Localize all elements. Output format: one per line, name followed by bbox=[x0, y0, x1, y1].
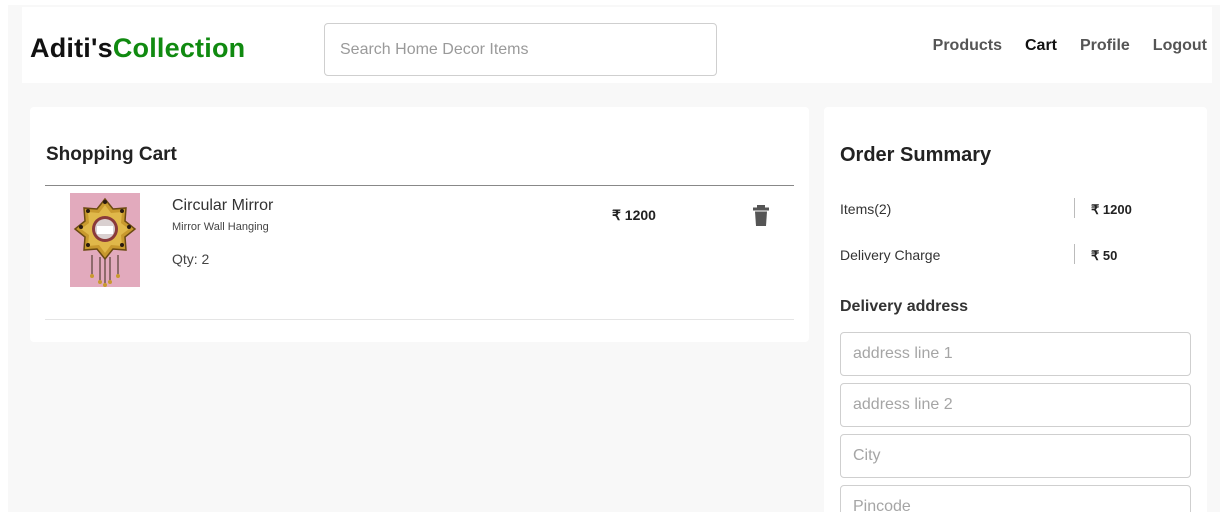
logo-text-primary: Aditi's bbox=[30, 33, 113, 63]
nav-profile[interactable]: Profile bbox=[1080, 37, 1130, 55]
city-input[interactable] bbox=[840, 434, 1191, 478]
product-price: ₹ 1200 bbox=[612, 207, 656, 223]
cart-title: Shopping Cart bbox=[46, 144, 177, 165]
summary-separator bbox=[1074, 244, 1075, 264]
product-description: Mirror Wall Hanging bbox=[172, 221, 269, 233]
mirror-illustration bbox=[70, 193, 140, 287]
address-line-2-input[interactable] bbox=[840, 383, 1191, 427]
site-logo[interactable]: Aditi'sCollection bbox=[30, 33, 245, 64]
address-line-1-input[interactable] bbox=[840, 332, 1191, 376]
cart-divider bbox=[45, 185, 794, 186]
nav-logout[interactable]: Logout bbox=[1153, 37, 1207, 55]
product-name[interactable]: Circular Mirror bbox=[172, 197, 273, 215]
cart-divider-bottom bbox=[45, 319, 794, 320]
shopping-cart-panel: Shopping Cart Circular Mirror Mirror Wal… bbox=[30, 107, 809, 342]
search-input[interactable] bbox=[324, 23, 717, 76]
delivery-address-title: Delivery address bbox=[840, 298, 969, 315]
logo-text-accent: Collection bbox=[112, 33, 246, 63]
mirror-product-image[interactable] bbox=[70, 193, 140, 287]
product-quantity: Qty: 2 bbox=[172, 251, 210, 267]
trash-icon-graphic bbox=[753, 205, 769, 226]
pincode-input[interactable] bbox=[840, 485, 1191, 512]
summary-items-value: ₹ 1200 bbox=[1091, 202, 1132, 217]
order-summary-panel: Order Summary Items(2) ₹ 1200 Delivery C… bbox=[824, 107, 1207, 512]
summary-title: Order Summary bbox=[840, 144, 992, 166]
nav-cart[interactable]: Cart bbox=[1025, 37, 1057, 55]
trash-icon[interactable] bbox=[752, 205, 770, 227]
summary-delivery-value: ₹ 50 bbox=[1091, 248, 1118, 263]
summary-items-label: Items(2) bbox=[840, 201, 892, 217]
summary-separator bbox=[1074, 198, 1075, 218]
nav-products[interactable]: Products bbox=[933, 37, 1002, 55]
main-nav: Products Cart Profile Logout bbox=[910, 37, 1207, 55]
summary-delivery-label: Delivery Charge bbox=[840, 247, 941, 263]
